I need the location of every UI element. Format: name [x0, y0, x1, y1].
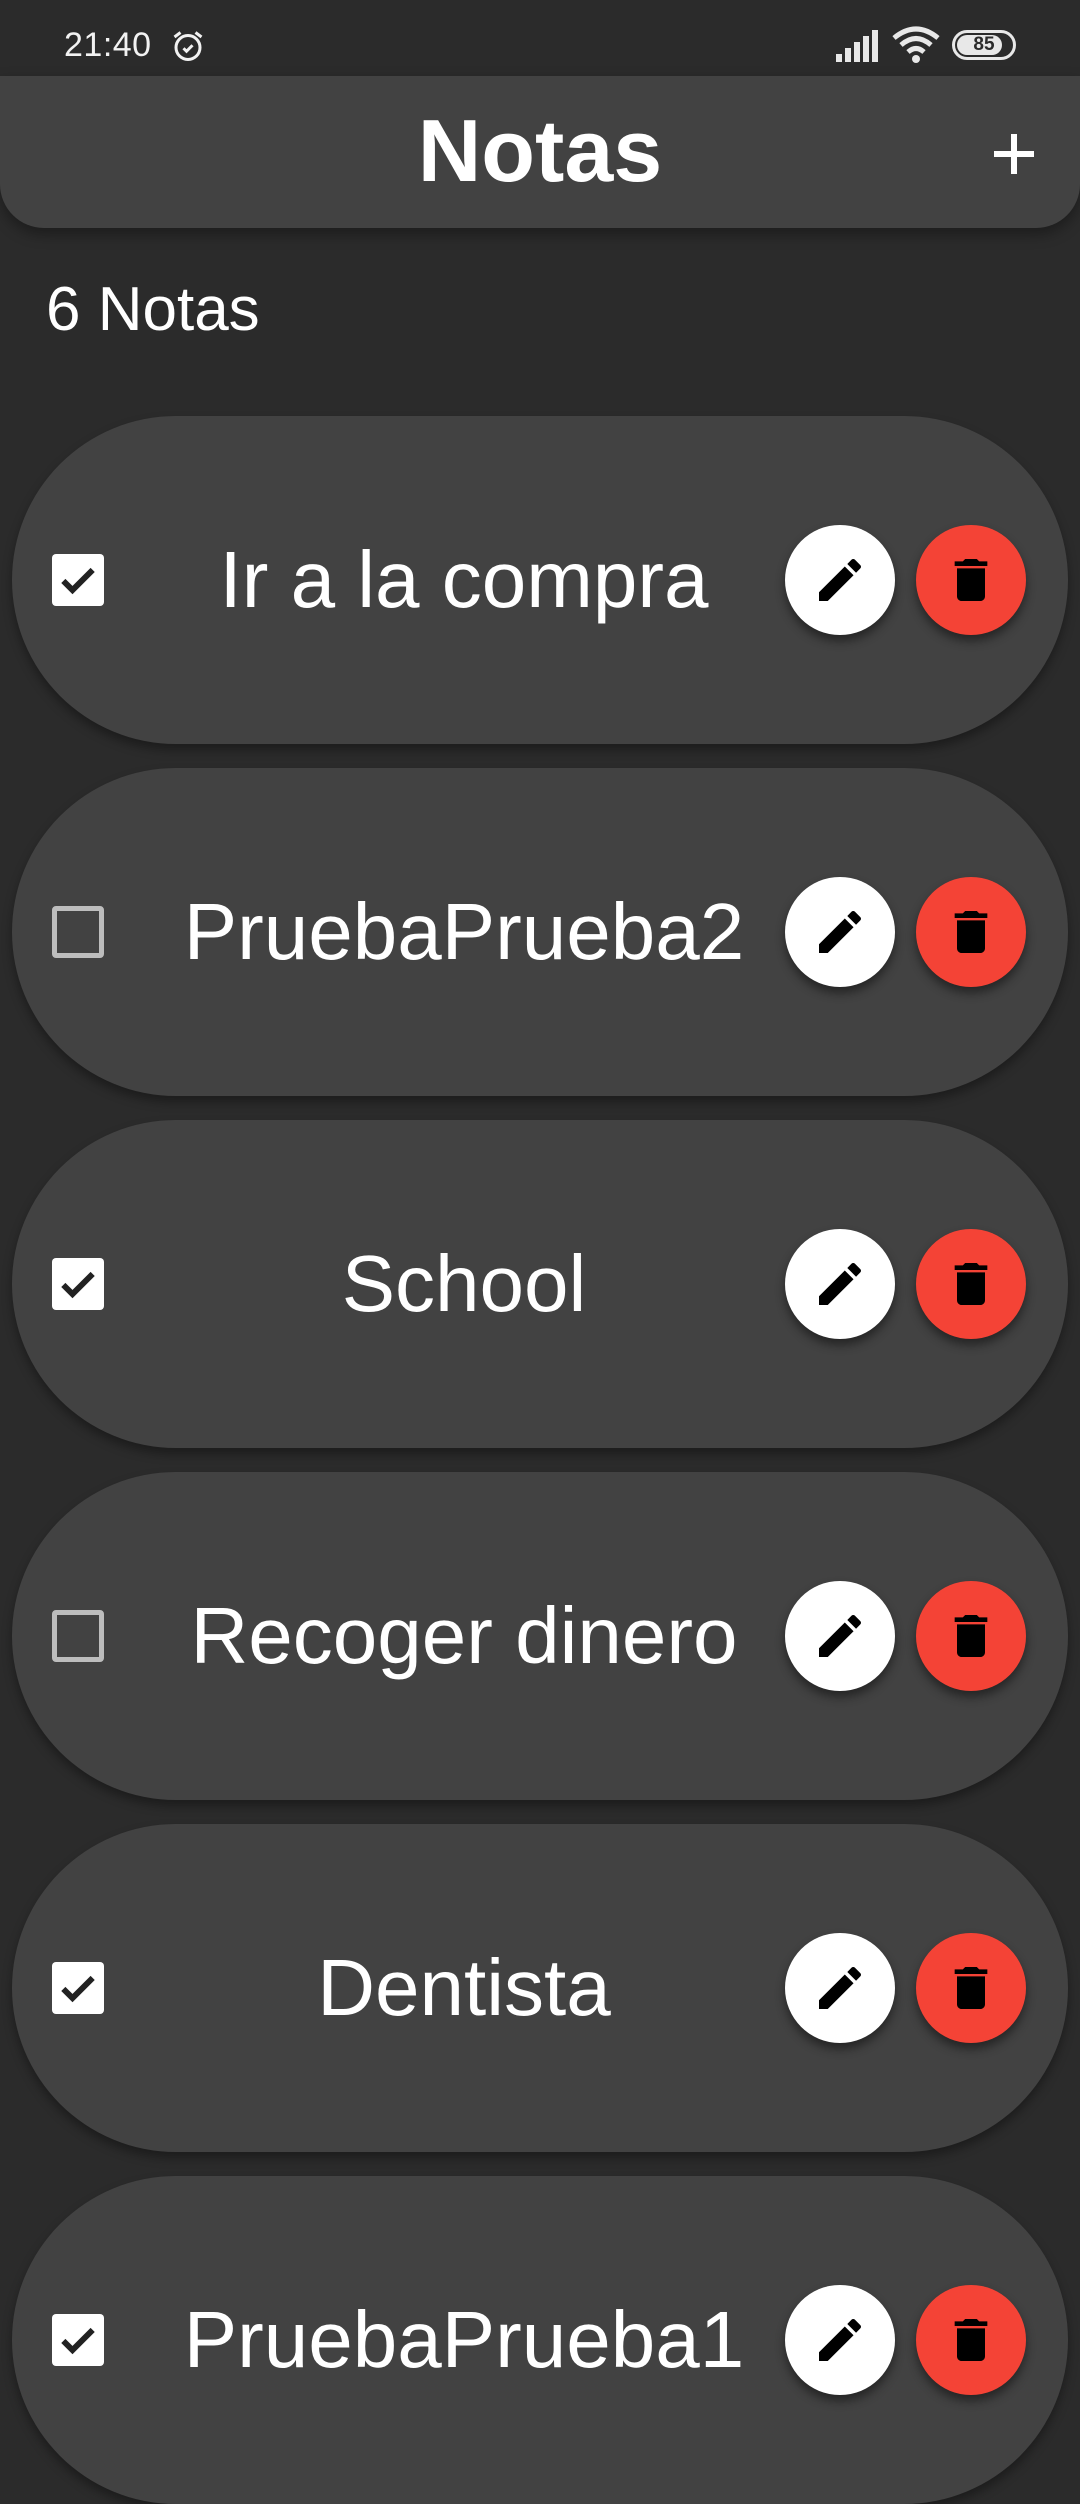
trash-icon — [954, 1615, 988, 1657]
note-checkbox[interactable] — [52, 1962, 104, 2014]
edit-note-button[interactable] — [785, 2285, 895, 2395]
check-icon — [61, 1975, 95, 2003]
status-time: 21:40 — [64, 26, 152, 64]
note-card[interactable]: Recoger dinero — [12, 1472, 1068, 1800]
pencil-icon — [819, 1614, 862, 1657]
battery-level: 85 — [973, 34, 995, 55]
pencil-icon — [819, 1966, 862, 2009]
delete-note-button[interactable] — [916, 1229, 1026, 1339]
add-note-button[interactable] — [980, 120, 1048, 188]
note-title: Recoger dinero — [190, 1591, 738, 1680]
note-checkbox[interactable] — [52, 554, 104, 606]
battery-icon: 85 — [952, 30, 1016, 60]
notes-count: 6 Notas — [46, 275, 260, 344]
delete-note-button[interactable] — [916, 1933, 1026, 2043]
delete-note-button[interactable] — [916, 525, 1026, 635]
note-checkbox[interactable] — [52, 906, 104, 958]
check-icon — [61, 1271, 95, 1299]
wifi-icon — [892, 26, 940, 63]
page-title: Notas — [417, 101, 663, 200]
note-card[interactable]: PruebaPrueba2 — [12, 768, 1068, 1096]
alarm-icon — [173, 31, 203, 61]
edit-note-button[interactable] — [785, 877, 895, 987]
pencil-icon — [819, 558, 862, 601]
note-title: Dentista — [317, 1943, 611, 2032]
trash-icon — [954, 2319, 988, 2361]
edit-note-button[interactable] — [785, 525, 895, 635]
trash-icon — [954, 1967, 988, 2009]
status-bar: 21:40 85 — [0, 0, 1080, 76]
note-card[interactable]: Dentista — [12, 1824, 1068, 2152]
note-checkbox[interactable] — [52, 2314, 104, 2366]
trash-icon — [954, 1263, 988, 1305]
note-card[interactable]: PruebaPrueba1 — [12, 2176, 1068, 2504]
note-checkbox[interactable] — [52, 1610, 104, 1662]
note-card[interactable]: Ir a la compra — [12, 416, 1068, 744]
note-title: PruebaPrueba2 — [183, 887, 745, 976]
edit-note-button[interactable] — [785, 1933, 895, 2043]
pencil-icon — [819, 2318, 862, 2361]
trash-icon — [954, 559, 988, 601]
note-title: School — [341, 1239, 587, 1328]
note-title: Ir a la compra — [219, 535, 709, 624]
delete-note-button[interactable] — [916, 2285, 1026, 2395]
trash-icon — [954, 911, 988, 953]
pencil-icon — [819, 910, 862, 953]
signal-icon — [836, 30, 878, 62]
note-card[interactable]: School — [12, 1120, 1068, 1448]
plus-icon — [994, 134, 1034, 174]
check-icon — [61, 2327, 95, 2355]
pencil-icon — [819, 1262, 862, 1305]
edit-note-button[interactable] — [785, 1229, 895, 1339]
note-title: PruebaPrueba1 — [183, 2295, 745, 2384]
app-bar: Notas — [0, 76, 1080, 228]
delete-note-button[interactable] — [916, 1581, 1026, 1691]
note-checkbox[interactable] — [52, 1258, 104, 1310]
delete-note-button[interactable] — [916, 877, 1026, 987]
check-icon — [61, 567, 95, 595]
edit-note-button[interactable] — [785, 1581, 895, 1691]
